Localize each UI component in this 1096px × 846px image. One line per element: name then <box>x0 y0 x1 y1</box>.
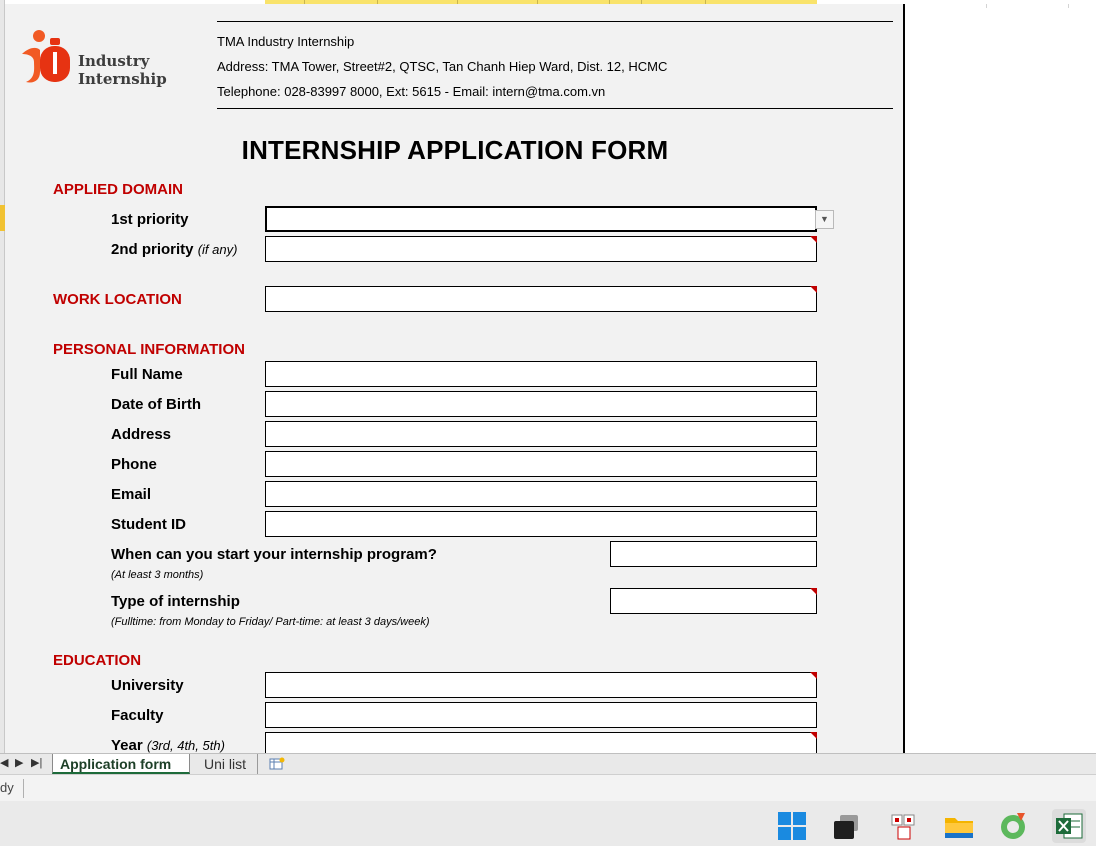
internship-type-field[interactable] <box>610 588 817 614</box>
windows-logo-icon <box>778 812 806 840</box>
label-internship-type: Type of internship <box>111 593 240 610</box>
logo-mark-icon <box>22 30 70 83</box>
header-rule-bottom <box>217 108 893 109</box>
spreadsheet-area: Industry Internship TMA Industry Interns… <box>0 0 1096 753</box>
label-1st-priority: 1st priority <box>111 211 189 228</box>
tab-application-form[interactable]: Application form <box>52 754 190 774</box>
browser-icon[interactable] <box>997 809 1031 843</box>
university-field[interactable] <box>265 672 817 698</box>
organization-address: Address: TMA Tower, Street#2, QTSC, Tan … <box>217 59 668 74</box>
windows-start-icon[interactable] <box>775 809 809 843</box>
label-address: Address <box>111 426 172 443</box>
label-2nd-priority: 2nd priority (if any) <box>111 241 237 258</box>
year-field[interactable] <box>265 732 817 753</box>
organization-contact: Telephone: 028-83997 8000, Ext: 5615 - E… <box>217 84 606 99</box>
label-university: University <box>111 677 184 694</box>
section-personal-information: PERSONAL INFORMATION <box>53 341 245 358</box>
email-field[interactable] <box>265 481 817 507</box>
label-start-date: When can you start your internship progr… <box>111 546 437 563</box>
browser-glyph-icon <box>1001 813 1025 839</box>
tab-bar-background <box>300 754 1096 774</box>
faculty-field[interactable] <box>265 702 817 728</box>
app-icon[interactable] <box>886 809 920 843</box>
comment-indicator[interactable] <box>810 588 817 595</box>
status-bar: dy <box>0 774 1096 801</box>
task-view-icon[interactable] <box>830 809 864 843</box>
folder-icon <box>945 818 973 838</box>
industry-internship-logo: Industry Internship <box>20 26 170 88</box>
phone-field[interactable] <box>265 451 817 477</box>
section-work-location: WORK LOCATION <box>53 291 182 308</box>
label-full-name: Full Name <box>111 366 183 383</box>
label-faculty: Faculty <box>111 707 164 724</box>
new-sheet-icon <box>269 757 285 770</box>
status-divider <box>23 779 24 798</box>
hint-internship-type: (Fulltime: from Monday to Friday/ Part-t… <box>111 616 430 628</box>
comment-indicator[interactable] <box>810 236 817 243</box>
insert-sheet-icon[interactable] <box>262 754 292 774</box>
scroll-tabs-right-icon[interactable]: ▶ <box>15 756 23 769</box>
section-education: EDUCATION <box>53 652 142 669</box>
address-field[interactable] <box>265 421 817 447</box>
label-year: Year (3rd, 4th, 5th) <box>111 737 225 753</box>
comment-indicator[interactable] <box>810 672 817 679</box>
label-2nd-priority-note: (if any) <box>197 242 238 257</box>
label-2nd-priority-text: 2nd priority <box>111 241 194 258</box>
priority-2-field[interactable] <box>265 236 817 262</box>
label-email: Email <box>111 486 152 503</box>
task-view-glyph-icon <box>834 815 858 839</box>
full-name-field[interactable] <box>265 361 817 387</box>
work-location-field[interactable] <box>265 286 817 312</box>
logo-text-line2: Internship <box>78 70 167 88</box>
section-applied-domain: APPLIED DOMAIN <box>53 181 184 198</box>
comment-indicator[interactable] <box>810 732 817 739</box>
header-rule-top <box>217 21 893 22</box>
scroll-tabs-left-icon[interactable]: ◀ <box>0 756 8 769</box>
status-text: dy <box>0 780 14 795</box>
label-date-of-birth: Date of Birth <box>111 396 201 413</box>
chevron-down-icon[interactable]: ▼ <box>815 210 834 229</box>
scroll-tabs-last-icon[interactable]: ▶| <box>31 756 42 769</box>
comment-indicator[interactable] <box>810 286 817 293</box>
taskbar <box>0 801 1096 846</box>
sheet-tab-bar: ◀ ▶ ▶| Application form Uni list <box>0 753 1096 774</box>
excel-glyph-icon <box>1056 813 1083 839</box>
label-student-id: Student ID <box>111 516 186 533</box>
logo-text-line1: Industry <box>78 52 150 70</box>
date-of-birth-field[interactable] <box>265 391 817 417</box>
label-year-text: Year <box>111 737 143 753</box>
priority-1-dropdown[interactable] <box>265 206 817 232</box>
start-date-field[interactable] <box>610 541 817 567</box>
tab-uni-list[interactable]: Uni list <box>196 754 258 774</box>
excel-icon[interactable] <box>1052 809 1086 843</box>
form-title: INTERNSHIP APPLICATION FORM <box>241 135 669 165</box>
label-phone: Phone <box>111 456 157 473</box>
student-id-field[interactable] <box>265 511 817 537</box>
app-glyph-icon <box>891 814 915 840</box>
label-year-note: (3rd, 4th, 5th) <box>146 738 225 753</box>
organization-name: TMA Industry Internship <box>217 34 355 49</box>
hint-start-date: (At least 3 months) <box>111 569 204 581</box>
file-explorer-icon[interactable] <box>942 809 976 843</box>
empty-cells-area[interactable] <box>905 4 1096 753</box>
